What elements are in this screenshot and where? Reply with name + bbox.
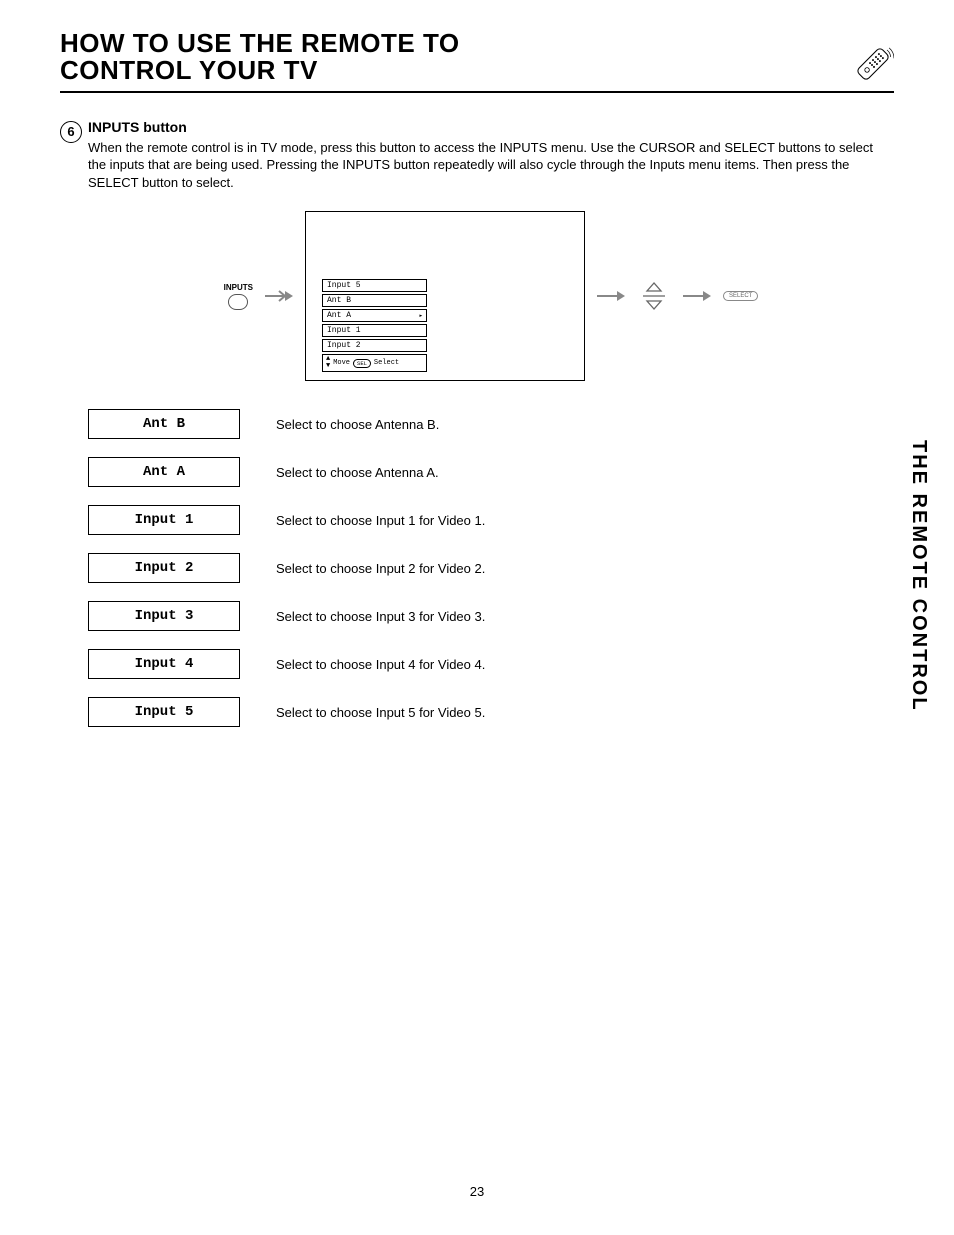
option-row: Input 1 Select to choose Input 1 for Vid…	[88, 505, 894, 535]
option-label: Input 5	[88, 697, 240, 727]
option-label: Input 3	[88, 601, 240, 631]
menu-item: Input 2	[322, 339, 427, 352]
arrow-right-icon	[597, 290, 625, 302]
inputs-button-label: INPUTS	[224, 283, 253, 292]
cursor-nav-icon	[637, 281, 671, 311]
workflow-diagram: INPUTS Input 5 Ant B Ant A Input 1 Input…	[88, 211, 894, 381]
remote-control-icon	[852, 43, 894, 85]
option-label: Input 4	[88, 649, 240, 679]
option-row: Input 4 Select to choose Input 4 for Vid…	[88, 649, 894, 679]
option-label: Input 1	[88, 505, 240, 535]
option-desc: Select to choose Input 5 for Video 5.	[276, 705, 485, 720]
section-paragraph: When the remote control is in TV mode, p…	[88, 139, 894, 192]
tv-screen-illustration: Input 5 Ant B Ant A Input 1 Input 2 ▲▼ M…	[305, 211, 585, 381]
option-row: Input 2 Select to choose Input 2 for Vid…	[88, 553, 894, 583]
option-label: Ant B	[88, 409, 240, 439]
option-desc: Select to choose Input 1 for Video 1.	[276, 513, 485, 528]
menu-footer: ▲▼ Move SEL Select	[322, 354, 427, 372]
inputs-button-illustration: INPUTS	[224, 283, 253, 310]
option-desc: Select to choose Input 4 for Video 4.	[276, 657, 485, 672]
menu-item: Ant B	[322, 294, 427, 307]
option-row: Ant B Select to choose Antenna B.	[88, 409, 894, 439]
inputs-options-list: Ant B Select to choose Antenna B. Ant A …	[88, 409, 894, 727]
title-line-2: CONTROL YOUR TV	[60, 55, 318, 85]
arrow-right-icon	[265, 290, 293, 302]
option-desc: Select to choose Antenna A.	[276, 465, 439, 480]
manual-page: HOW TO USE THE REMOTE TO CONTROL YOUR TV…	[0, 0, 954, 1235]
section-6: 6 INPUTS button When the remote control …	[60, 119, 894, 746]
title-line-1: HOW TO USE THE REMOTE TO	[60, 28, 460, 58]
inputs-button-shape	[228, 294, 248, 310]
option-desc: Select to choose Input 2 for Video 2.	[276, 561, 485, 576]
option-desc: Select to choose Antenna B.	[276, 417, 439, 432]
option-row: Ant A Select to choose Antenna A.	[88, 457, 894, 487]
sel-badge: SEL	[353, 359, 371, 368]
inputs-menu: Input 5 Ant B Ant A Input 1 Input 2 ▲▼ M…	[322, 279, 427, 372]
section-side-tab: THE REMOTE CONTROL	[907, 440, 930, 712]
section-heading: INPUTS button	[88, 119, 894, 135]
menu-footer-select: Select	[374, 359, 399, 367]
step-number: 6	[67, 124, 74, 139]
option-label: Ant A	[88, 457, 240, 487]
section-body: INPUTS button When the remote control is…	[88, 119, 894, 746]
option-label: Input 2	[88, 553, 240, 583]
select-button-illustration: SELECT	[723, 291, 758, 301]
option-desc: Select to choose Input 3 for Video 3.	[276, 609, 485, 624]
page-title: HOW TO USE THE REMOTE TO CONTROL YOUR TV	[60, 30, 460, 85]
menu-item: Input 1	[322, 324, 427, 337]
page-number: 23	[0, 1184, 954, 1199]
step-number-badge: 6	[60, 121, 82, 143]
menu-item: Input 5	[322, 279, 427, 292]
option-row: Input 5 Select to choose Input 5 for Vid…	[88, 697, 894, 727]
updown-icon: ▲▼	[326, 356, 330, 370]
page-header: HOW TO USE THE REMOTE TO CONTROL YOUR TV	[60, 30, 894, 93]
menu-item-selected: Ant A	[322, 309, 427, 322]
arrow-right-icon	[683, 290, 711, 302]
option-row: Input 3 Select to choose Input 3 for Vid…	[88, 601, 894, 631]
menu-footer-move: Move	[333, 359, 350, 367]
